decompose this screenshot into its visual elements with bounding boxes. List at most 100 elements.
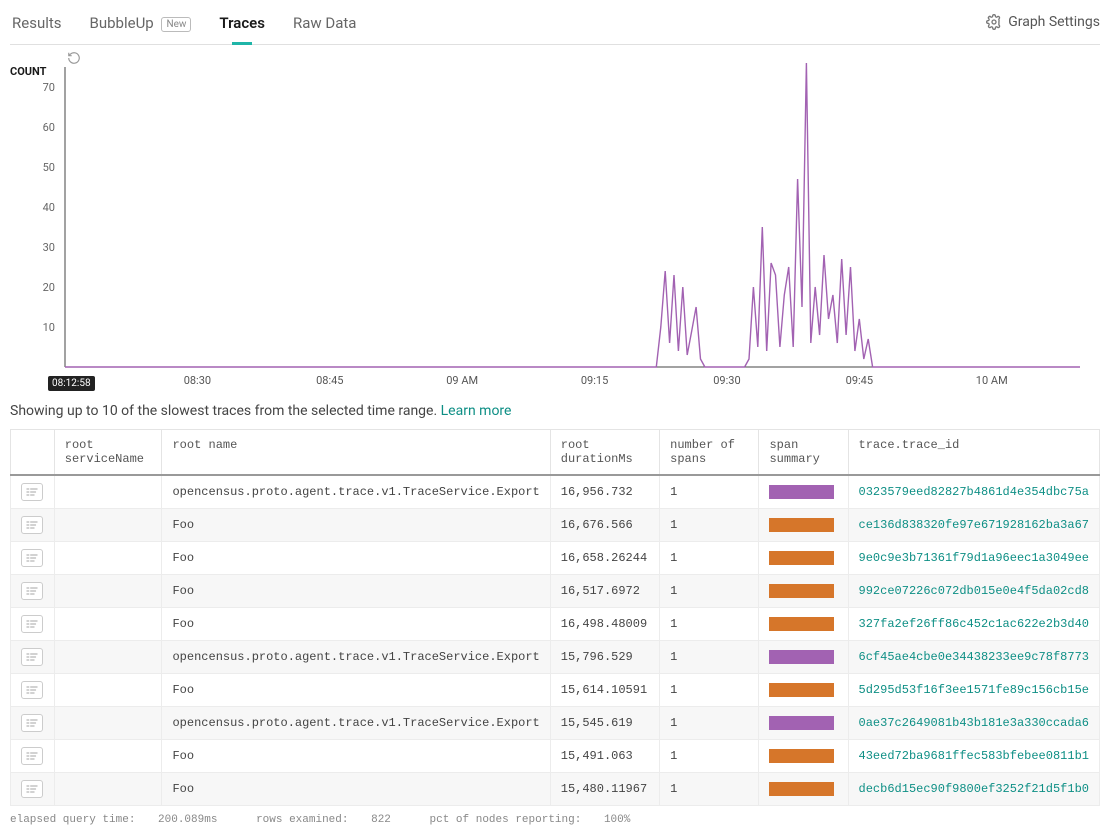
cell-spans: 1 xyxy=(660,509,759,542)
svg-text:10 AM: 10 AM xyxy=(976,374,1008,387)
view-trace-button[interactable] xyxy=(21,648,43,666)
cell-duration: 15,545.619 xyxy=(550,707,659,740)
view-trace-button[interactable] xyxy=(21,681,43,699)
span-summary-bar xyxy=(769,716,834,730)
cell-duration: 16,498.48009 xyxy=(550,608,659,641)
table-row: Foo16,658.2624419e0c9e3b71361f79d1a96eec… xyxy=(11,542,1100,575)
cell-name: opencensus.proto.agent.trace.v1.TraceSer… xyxy=(162,707,550,740)
view-trace-button[interactable] xyxy=(21,483,43,501)
cell-spans: 1 xyxy=(660,740,759,773)
col-service[interactable]: root serviceName xyxy=(54,430,162,476)
cell-trace-id[interactable]: 992ce07226c072db015e0e4f5da02cd8 xyxy=(848,575,1099,608)
cell-duration: 15,480.11967 xyxy=(550,773,659,806)
view-trace-button[interactable] xyxy=(21,582,43,600)
span-summary-bar xyxy=(769,518,834,532)
cell-service xyxy=(54,509,162,542)
cell-spans: 1 xyxy=(660,707,759,740)
graph-settings-button[interactable]: Graph Settings xyxy=(986,14,1100,38)
cell-spans: 1 xyxy=(660,674,759,707)
cell-summary xyxy=(759,773,848,806)
cell-name: opencensus.proto.agent.trace.v1.TraceSer… xyxy=(162,641,550,674)
svg-text:08:45: 08:45 xyxy=(316,374,343,387)
col-summary[interactable]: span summary xyxy=(759,430,848,476)
tab-bubbleup[interactable]: BubbleUp New xyxy=(88,8,194,44)
tab-bubbleup-label: BubbleUp xyxy=(90,14,154,32)
new-badge: New xyxy=(161,17,191,32)
cell-spans: 1 xyxy=(660,773,759,806)
span-summary-bar xyxy=(769,650,834,664)
trace-caption: Showing up to 10 of the slowest traces f… xyxy=(10,403,1100,419)
table-row: Foo15,491.0631 43eed72ba9681ffec583bfebee… xyxy=(11,740,1100,773)
cell-duration: 16,658.26244 xyxy=(550,542,659,575)
cell-spans: 1 xyxy=(660,542,759,575)
chart-area: COUNT 10203040506070508:3008:4509 AM09:1… xyxy=(10,45,1100,395)
table-row: Foo15,480.119671 decb6d15ec90f9800ef3252f… xyxy=(11,773,1100,806)
chart-ylabel: COUNT xyxy=(10,65,46,78)
col-duration[interactable]: root durationMs xyxy=(550,430,659,476)
cell-summary xyxy=(759,575,848,608)
span-summary-bar xyxy=(769,617,834,631)
cell-duration: 15,614.10591 xyxy=(550,674,659,707)
view-trace-button[interactable] xyxy=(21,714,43,732)
gear-icon xyxy=(986,14,1002,30)
view-trace-button[interactable] xyxy=(21,780,43,798)
cell-name: Foo xyxy=(162,740,550,773)
cell-name: Foo xyxy=(162,608,550,641)
cell-trace-id[interactable]: decb6d15ec90f9800ef3252f21d5f1b0 xyxy=(848,773,1099,806)
col-traceid[interactable]: trace.trace_id xyxy=(848,430,1099,476)
cell-spans: 1 xyxy=(660,608,759,641)
cell-summary xyxy=(759,509,848,542)
cell-name: Foo xyxy=(162,674,550,707)
svg-text:09:15: 09:15 xyxy=(581,374,608,387)
cell-trace-id[interactable]: 43eed72ba9681ffec583bfebee0811b1 xyxy=(848,740,1099,773)
cell-service xyxy=(54,674,162,707)
col-name[interactable]: root name xyxy=(162,430,550,476)
cell-summary xyxy=(759,475,848,509)
cell-duration: 16,676.566 xyxy=(550,509,659,542)
cell-trace-id[interactable]: 0323579eed82827b4861d4e354dbc75a xyxy=(848,475,1099,509)
view-trace-button[interactable] xyxy=(21,747,43,765)
cell-summary xyxy=(759,641,848,674)
svg-text:30: 30 xyxy=(43,241,55,254)
table-row: opencensus.proto.agent.trace.v1.TraceSer… xyxy=(11,641,1100,674)
cell-service xyxy=(54,575,162,608)
svg-text:40: 40 xyxy=(43,201,55,214)
cell-duration: 15,491.063 xyxy=(550,740,659,773)
table-row: opencensus.proto.agent.trace.v1.TraceSer… xyxy=(11,475,1100,509)
cell-spans: 1 xyxy=(660,641,759,674)
count-chart[interactable]: 10203040506070508:3008:4509 AM09:1509:30… xyxy=(10,57,1100,392)
tab-rawdata[interactable]: Raw Data xyxy=(291,8,358,44)
svg-text:10: 10 xyxy=(43,321,55,334)
svg-text:60: 60 xyxy=(43,121,55,134)
col-spans[interactable]: number of spans xyxy=(660,430,759,476)
tab-traces[interactable]: Traces xyxy=(217,8,267,44)
cell-trace-id[interactable]: 327fa2ef26ff86c452c1ac622e2b3d40 xyxy=(848,608,1099,641)
svg-text:09:30: 09:30 xyxy=(713,374,740,387)
cell-trace-id[interactable]: 0ae37c2649081b43b181e3a330ccada6 xyxy=(848,707,1099,740)
cell-trace-id[interactable]: 6cf45ae4cbe0e34438233ee9c78f8773 xyxy=(848,641,1099,674)
view-trace-button[interactable] xyxy=(21,615,43,633)
span-summary-bar xyxy=(769,485,834,499)
cell-service xyxy=(54,641,162,674)
view-trace-button[interactable] xyxy=(21,516,43,534)
cell-trace-id[interactable]: 5d295d53f16f3ee1571fe89c156cb15e xyxy=(848,674,1099,707)
table-row: Foo16,498.480091 327fa2ef26ff86c452c1ac62… xyxy=(11,608,1100,641)
tab-results[interactable]: Results xyxy=(10,8,64,44)
traces-table: root serviceName root name root duration… xyxy=(10,429,1100,806)
svg-text:70: 70 xyxy=(43,81,55,94)
cell-duration: 16,956.732 xyxy=(550,475,659,509)
cell-service xyxy=(54,608,162,641)
learn-more-link[interactable]: Learn more xyxy=(441,403,512,419)
footer-rows: rows examined: 822 xyxy=(256,814,407,826)
tabs-bar: Results BubbleUp New Traces Raw Data Gra… xyxy=(10,8,1100,45)
svg-text:09 AM: 09 AM xyxy=(446,374,478,387)
table-row: Foo16,676.5661ce136d838320fe97e671928162… xyxy=(11,509,1100,542)
span-summary-bar xyxy=(769,683,834,697)
cell-trace-id[interactable]: 9e0c9e3b71361f79d1a96eec1a3049ee xyxy=(848,542,1099,575)
cell-summary xyxy=(759,674,848,707)
view-trace-button[interactable] xyxy=(21,549,43,567)
undo-icon[interactable] xyxy=(67,51,81,65)
cell-name: Foo xyxy=(162,773,550,806)
cell-trace-id[interactable]: ce136d838320fe97e671928162ba3a67 xyxy=(848,509,1099,542)
table-header-row: root serviceName root name root duration… xyxy=(11,430,1100,476)
